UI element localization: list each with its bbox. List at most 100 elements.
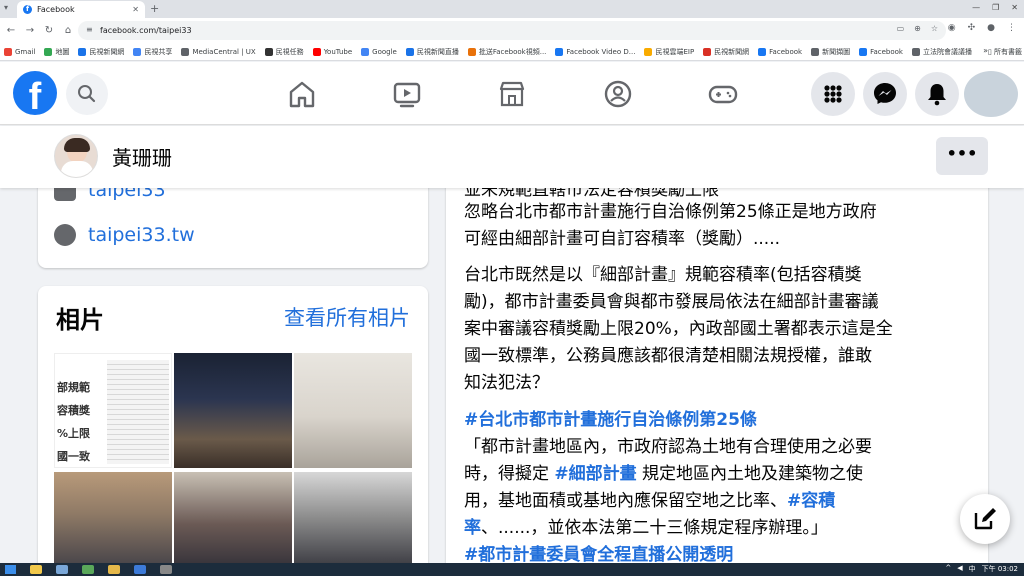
zoom-icon[interactable]: ⊕ <box>914 24 921 33</box>
taskbar-app-icon[interactable] <box>56 565 68 574</box>
bookmark-label: 立法院會議議播 <box>922 47 972 56</box>
url-text: facebook.com/taipei33 <box>100 26 192 35</box>
more-dots-icon: ••• <box>946 144 978 163</box>
forward-icon[interactable]: → <box>22 25 38 36</box>
marketplace-nav-icon[interactable] <box>494 76 530 112</box>
photo-thumbnail-6[interactable] <box>294 472 412 576</box>
taskbar-app-icon[interactable] <box>160 565 172 574</box>
extension-icon[interactable]: ◉ <box>948 23 956 33</box>
hashtag-link[interactable]: #台北市都市計畫施行自治條例第25條 <box>464 407 974 434</box>
post-line: 勵)，都市計畫委員會與都市發展局依法在細部計畫審議 <box>464 292 879 312</box>
video-nav-icon[interactable] <box>389 76 425 112</box>
profile-icon[interactable]: ● <box>987 23 995 33</box>
bookmark-item[interactable]: Google <box>361 47 397 57</box>
omnibox-actions: ▭ ⊕ ☆ <box>897 24 938 33</box>
bookmark-item[interactable]: 民視雲端EIP <box>644 47 694 57</box>
bookmark-item[interactable]: 批送Facebook視頻... <box>467 47 546 57</box>
bookmark-item[interactable]: 民視新聞網 <box>78 47 124 57</box>
tab-search-icon[interactable]: ▾ <box>4 3 8 12</box>
restore-icon[interactable]: ❐ <box>992 3 999 12</box>
close-tab-icon[interactable]: ✕ <box>132 5 139 14</box>
clock[interactable]: 下午 03:02 <box>982 564 1018 574</box>
photo-thumbnail-1[interactable]: 部規範 容積獎 %上限 國一致 <box>54 353 172 468</box>
notifications-button[interactable] <box>915 72 959 116</box>
home-icon[interactable]: ⌂ <box>60 25 76 36</box>
search-button[interactable] <box>66 73 108 115</box>
start-icon[interactable] <box>5 565 16 574</box>
bookmark-item[interactable]: 民視新聞直播 <box>405 47 459 57</box>
new-message-button[interactable] <box>960 494 1010 544</box>
tab-title: Facebook <box>37 5 75 14</box>
taskbar-app-icon[interactable] <box>82 565 94 574</box>
profile-header-bar: 黃珊珊 ••• <box>0 126 1024 188</box>
home-nav-icon[interactable] <box>284 76 320 112</box>
bookmark-item[interactable]: 民視任務 <box>264 47 304 57</box>
photo-thumbnail-5[interactable] <box>174 472 292 576</box>
facebook-header: f <box>0 62 1024 125</box>
bookmark-item[interactable]: 民視共享 <box>133 47 172 57</box>
bookmark-favicon-icon <box>703 47 712 56</box>
extensions-puzzle-icon[interactable]: ✣ <box>968 23 976 33</box>
hashtag-link[interactable]: #細部計畫 <box>554 464 636 484</box>
globe-icon <box>54 224 76 246</box>
profile-avatar[interactable] <box>54 134 98 178</box>
account-avatar[interactable] <box>964 71 1018 117</box>
facebook-logo-icon[interactable]: f <box>13 71 57 115</box>
bookmark-item[interactable]: 立法院會議議播 <box>911 47 972 57</box>
close-window-icon[interactable]: ✕ <box>1011 3 1018 12</box>
folder-taskbar-icon[interactable] <box>108 565 120 574</box>
bookmark-item[interactable]: YouTube <box>312 47 353 57</box>
bookmark-item[interactable]: 地圖 <box>44 47 69 57</box>
website-link-row[interactable]: taipei33.tw <box>54 224 195 246</box>
post-text-span: 用，基地面積或基地內應保留空地之比率、 <box>464 491 787 511</box>
taskbar-app-icon[interactable] <box>134 565 146 574</box>
url-input[interactable]: ≡ facebook.com/taipei33 ▭ ⊕ ☆ <box>78 21 946 40</box>
hashtag-link[interactable]: 率 <box>464 518 481 538</box>
photo-thumbnail-3[interactable] <box>294 353 412 468</box>
bookmark-favicon-icon <box>467 47 476 56</box>
bookmark-item[interactable]: Facebook Video D... <box>555 47 635 57</box>
post-line: 時，得擬定 #細部計畫 規定地區內土地及建築物之使 <box>464 461 974 488</box>
bookmark-item[interactable]: Facebook <box>758 47 802 57</box>
bookmark-label: 民視新聞網 <box>89 47 125 56</box>
photos-card: 相片 查看所有相片 部規範 容積獎 %上限 國一致 <box>38 286 428 576</box>
site-info-icon[interactable]: ≡ <box>86 25 93 34</box>
reload-icon[interactable]: ↻ <box>41 25 57 36</box>
bookmark-item[interactable]: 新聞擷圖 <box>811 47 850 57</box>
see-all-photos-link[interactable]: 查看所有相片 <box>284 302 410 332</box>
post-text-span: 規定地區內土地及建築物之使 <box>636 464 864 484</box>
bookmark-label: 地圖 <box>55 47 70 56</box>
groups-nav-icon[interactable] <box>600 76 636 112</box>
browser-tab-facebook[interactable]: f Facebook ✕ <box>17 1 145 18</box>
menu-button[interactable] <box>811 72 855 116</box>
cast-icon[interactable]: ▭ <box>897 24 905 33</box>
photo-thumbnail-2[interactable] <box>174 353 292 468</box>
new-tab-button[interactable]: + <box>150 2 159 15</box>
language-indicator[interactable]: 中 <box>969 564 976 574</box>
document-preview <box>107 360 169 464</box>
hashtag-link[interactable]: #容積 <box>787 491 835 511</box>
bookmark-label: Facebook Video D... <box>566 47 636 56</box>
chrome-taskbar-icon[interactable] <box>30 565 42 574</box>
bookmark-label: YouTube <box>323 47 353 56</box>
browser-tab-strip: ▾ f Facebook ✕ + — ❐ ✕ <box>0 0 1024 18</box>
tray-chevron-icon[interactable]: ^ <box>945 564 951 574</box>
photo-thumbnail-4[interactable] <box>54 472 172 576</box>
back-icon[interactable]: ← <box>3 25 19 36</box>
bookmark-item[interactable]: Facebook <box>859 47 903 57</box>
bookmark-item[interactable]: MediaCentral | UX <box>181 47 256 57</box>
all-bookmarks-button[interactable]: ▯ 所有書籤 <box>988 47 1022 57</box>
bookmark-star-icon[interactable]: ☆ <box>931 24 938 33</box>
bookmark-item[interactable]: Gmail <box>4 47 35 57</box>
volume-icon[interactable]: ◀ <box>957 564 962 574</box>
website-link[interactable]: taipei33.tw <box>88 224 195 246</box>
gaming-nav-icon[interactable] <box>705 76 741 112</box>
bookmark-item[interactable]: 民視新聞網 <box>703 47 749 57</box>
minimize-icon[interactable]: — <box>972 3 980 12</box>
search-icon <box>78 85 96 103</box>
more-options-button[interactable]: ••• <box>936 137 988 175</box>
system-tray: ^ ◀ 中 下午 03:02 <box>945 564 1018 574</box>
post-paragraph-1: 台北市既然是以『細部計畫』規範容積率(包括容積獎 勵)，都市計畫委員會與都市發展… <box>464 262 974 397</box>
messenger-button[interactable] <box>863 72 907 116</box>
menu-kebab-icon[interactable]: ⋮ <box>1007 23 1016 33</box>
